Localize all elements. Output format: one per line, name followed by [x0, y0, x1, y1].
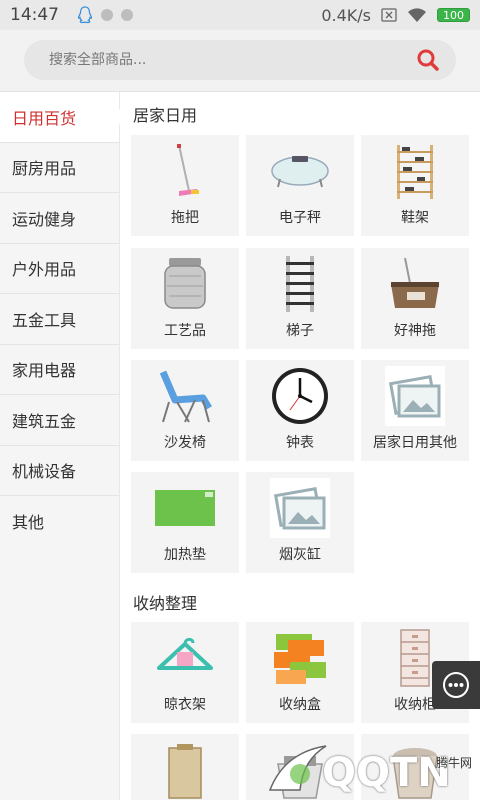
sidebar-item-other[interactable]: 其他: [0, 496, 119, 547]
sim-icon: [381, 8, 397, 22]
search-icon[interactable]: [416, 48, 440, 72]
tile-label: 沙发椅: [164, 435, 206, 451]
category-tile-hanger[interactable]: 晾衣架: [131, 622, 239, 723]
tile-label: 拖把: [171, 210, 199, 226]
category-tile-storage-box[interactable]: 收纳盒: [246, 622, 354, 723]
storage-box-icon: [270, 628, 330, 688]
tile-label: 收纳盒: [279, 697, 321, 713]
tile-label: 晾衣架: [164, 697, 206, 713]
sidebar-item-kitchen[interactable]: 厨房用品: [0, 143, 119, 193]
tile-label: 鞋架: [401, 210, 429, 226]
scale-icon: [270, 141, 330, 201]
category-tile-scale[interactable]: 电子秤: [246, 135, 354, 236]
category-tile-crafts[interactable]: 工艺品: [131, 248, 239, 349]
status-time: 14:47: [10, 5, 59, 25]
tile-label: 好神拖: [394, 323, 436, 339]
sidebar-item-label: 厨房用品: [12, 159, 77, 179]
tile-label: 梯子: [286, 323, 314, 339]
tile-label: 电子秤: [279, 210, 321, 226]
lounge-chair-icon: [155, 366, 215, 426]
wifi-icon: [408, 8, 426, 22]
category-tile-lounge-chair[interactable]: 沙发椅: [131, 360, 239, 461]
category-tile-ashtray[interactable]: 烟灰缸: [246, 472, 354, 573]
sidebar-item-label: 户外用品: [12, 260, 77, 280]
search-header: [0, 30, 480, 92]
dot-icon: [101, 9, 113, 21]
category-tile-clock[interactable]: 钟表: [246, 360, 354, 461]
ladder-icon: [270, 254, 330, 314]
category-tile-heating-pad[interactable]: 加热垫: [131, 472, 239, 573]
hanger-icon: [155, 628, 215, 688]
section-title: 收纳整理: [133, 594, 198, 613]
image-placeholder-icon: [270, 478, 330, 538]
sidebar-item-label: 建筑五金: [12, 411, 77, 431]
tile-label: 居家日用其他: [373, 435, 457, 451]
tile-label: 钟表: [286, 435, 314, 451]
category-tile-spin-mop[interactable]: 好神拖: [361, 248, 469, 349]
watermark-text: QQTN: [322, 750, 451, 796]
sidebar-item-label: 机械设备: [12, 462, 77, 482]
sidebar-item-fitness[interactable]: 运动健身: [0, 193, 119, 244]
sidebar-item-hardware-tools[interactable]: 五金工具: [0, 294, 119, 345]
category-sidebar: 日用百货 厨房用品 运动健身 户外用品 五金工具 家用电器 建筑五金 机械设备 …: [0, 92, 120, 800]
chat-more-icon: [443, 672, 469, 698]
category-tile-home-other[interactable]: 居家日用其他: [361, 360, 469, 461]
category-tile-storage-bag[interactable]: [131, 734, 239, 800]
sidebar-item-label: 运动健身: [12, 209, 77, 229]
heating-pad-icon: [155, 478, 215, 538]
sidebar-item-label: 家用电器: [12, 361, 77, 381]
category-tile-shoe-rack[interactable]: 鞋架: [361, 135, 469, 236]
mop-icon: [155, 141, 215, 201]
watermark-logo-icon: [268, 745, 327, 791]
sidebar-item-label: 日用百货: [12, 108, 77, 128]
sidebar-item-machinery[interactable]: 机械设备: [0, 446, 119, 496]
search-bar[interactable]: [24, 40, 456, 80]
category-tile-mop[interactable]: 拖把: [131, 135, 239, 236]
category-tile-ladder[interactable]: 梯子: [246, 248, 354, 349]
battery-icon: 100: [437, 8, 470, 22]
sidebar-item-appliances[interactable]: 家用电器: [0, 345, 119, 395]
search-input[interactable]: [24, 40, 456, 80]
sidebar-item-building-hardware[interactable]: 建筑五金: [0, 395, 119, 446]
image-placeholder-icon: [385, 366, 445, 426]
dot-icon: [121, 9, 133, 21]
shoe-rack-icon: [385, 141, 445, 201]
watermark: QQTN 腾牛网: [256, 740, 480, 800]
canister-icon: [155, 254, 215, 314]
section-title: 居家日用: [133, 106, 198, 125]
tile-label: 烟灰缸: [279, 547, 321, 563]
sidebar-item-label: 其他: [12, 513, 45, 533]
storage-bag-icon: [155, 740, 215, 800]
status-bar: 14:47 0.4K/s 100: [0, 0, 480, 30]
category-content: 居家日用 拖把 电子秤 鞋架 工艺品 梯子 好神拖 沙发椅 钟表 居家日用其他 …: [120, 92, 480, 800]
spin-mop-icon: [385, 254, 445, 314]
tile-label: 加热垫: [164, 547, 206, 563]
network-speed: 0.4K/s: [321, 5, 371, 25]
sidebar-item-outdoor[interactable]: 户外用品: [0, 244, 119, 294]
qq-icon: [77, 6, 93, 24]
tile-label: 工艺品: [164, 323, 206, 339]
sidebar-item-daily-goods[interactable]: 日用百货: [0, 92, 120, 143]
chat-more-button[interactable]: [432, 661, 480, 709]
watermark-small-text: 腾牛网: [435, 756, 472, 770]
sidebar-item-label: 五金工具: [12, 310, 77, 330]
clock-icon: [270, 366, 330, 426]
